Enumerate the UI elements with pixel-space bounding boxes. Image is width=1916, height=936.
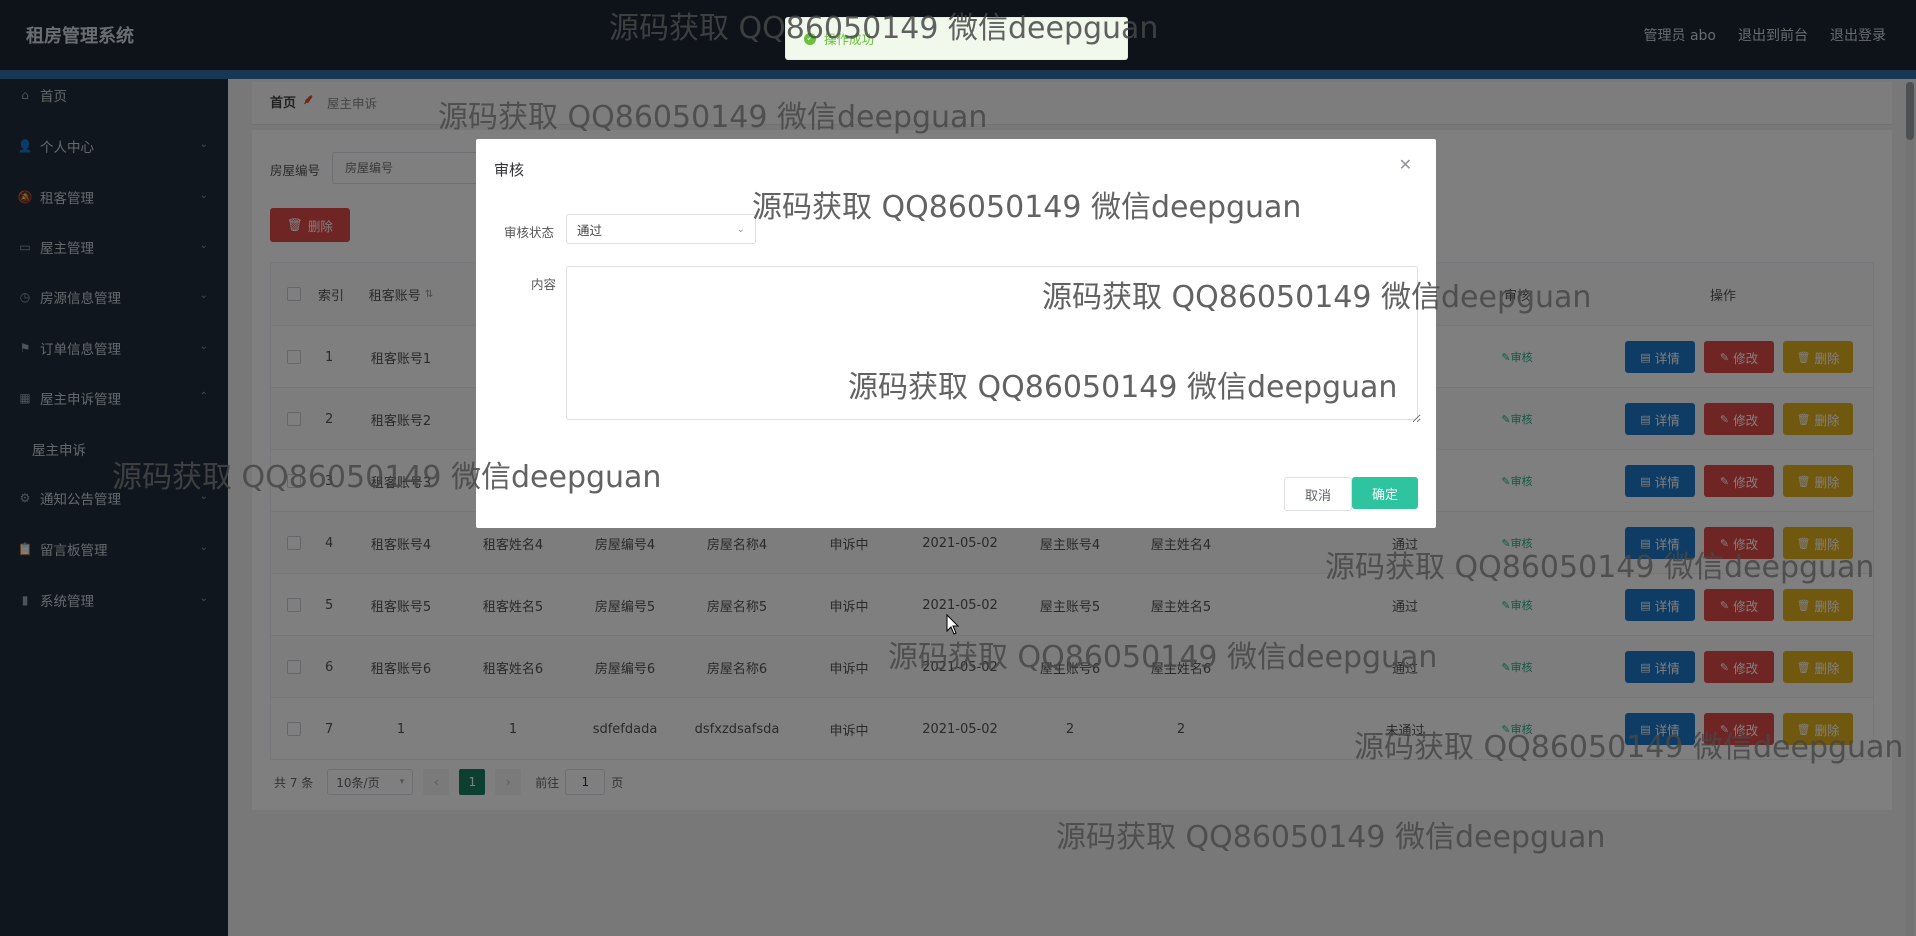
watermark: 源码获取 QQ86050149 微信deepguan (1056, 820, 1606, 855)
watermark: 源码获取 QQ86050149 微信deepguan (112, 460, 662, 495)
watermark: 源码获取 QQ86050149 微信deepguan (752, 190, 1302, 225)
content-label: 内容 (531, 277, 557, 292)
watermark: 源码获取 QQ86050149 微信deepguan (848, 370, 1398, 405)
watermark: 源码获取 QQ86050149 微信deepguan (1325, 550, 1875, 585)
status-select[interactable]: 通过 ⌄ (566, 214, 756, 244)
status-label: 审核状态 (504, 225, 555, 240)
dialog-title: 审核 (494, 161, 525, 179)
cancel-button[interactable]: 取消 (1284, 477, 1352, 511)
watermark: 源码获取 QQ86050149 微信deepguan (1354, 730, 1904, 765)
status-select-value: 通过 (577, 222, 603, 238)
watermark: 源码获取 QQ86050149 微信deepguan (888, 640, 1438, 675)
mouse-cursor-icon (946, 614, 960, 635)
close-icon[interactable]: ✕ (1399, 155, 1412, 174)
chevron-down-icon: ⌄ (736, 223, 745, 235)
watermark: 源码获取 QQ86050149 微信deepguan (609, 11, 1159, 46)
watermark: 源码获取 QQ86050149 微信deepguan (438, 100, 988, 135)
watermark: 源码获取 QQ86050149 微信deepguan (1042, 280, 1592, 315)
confirm-button[interactable]: 确定 (1352, 477, 1418, 509)
